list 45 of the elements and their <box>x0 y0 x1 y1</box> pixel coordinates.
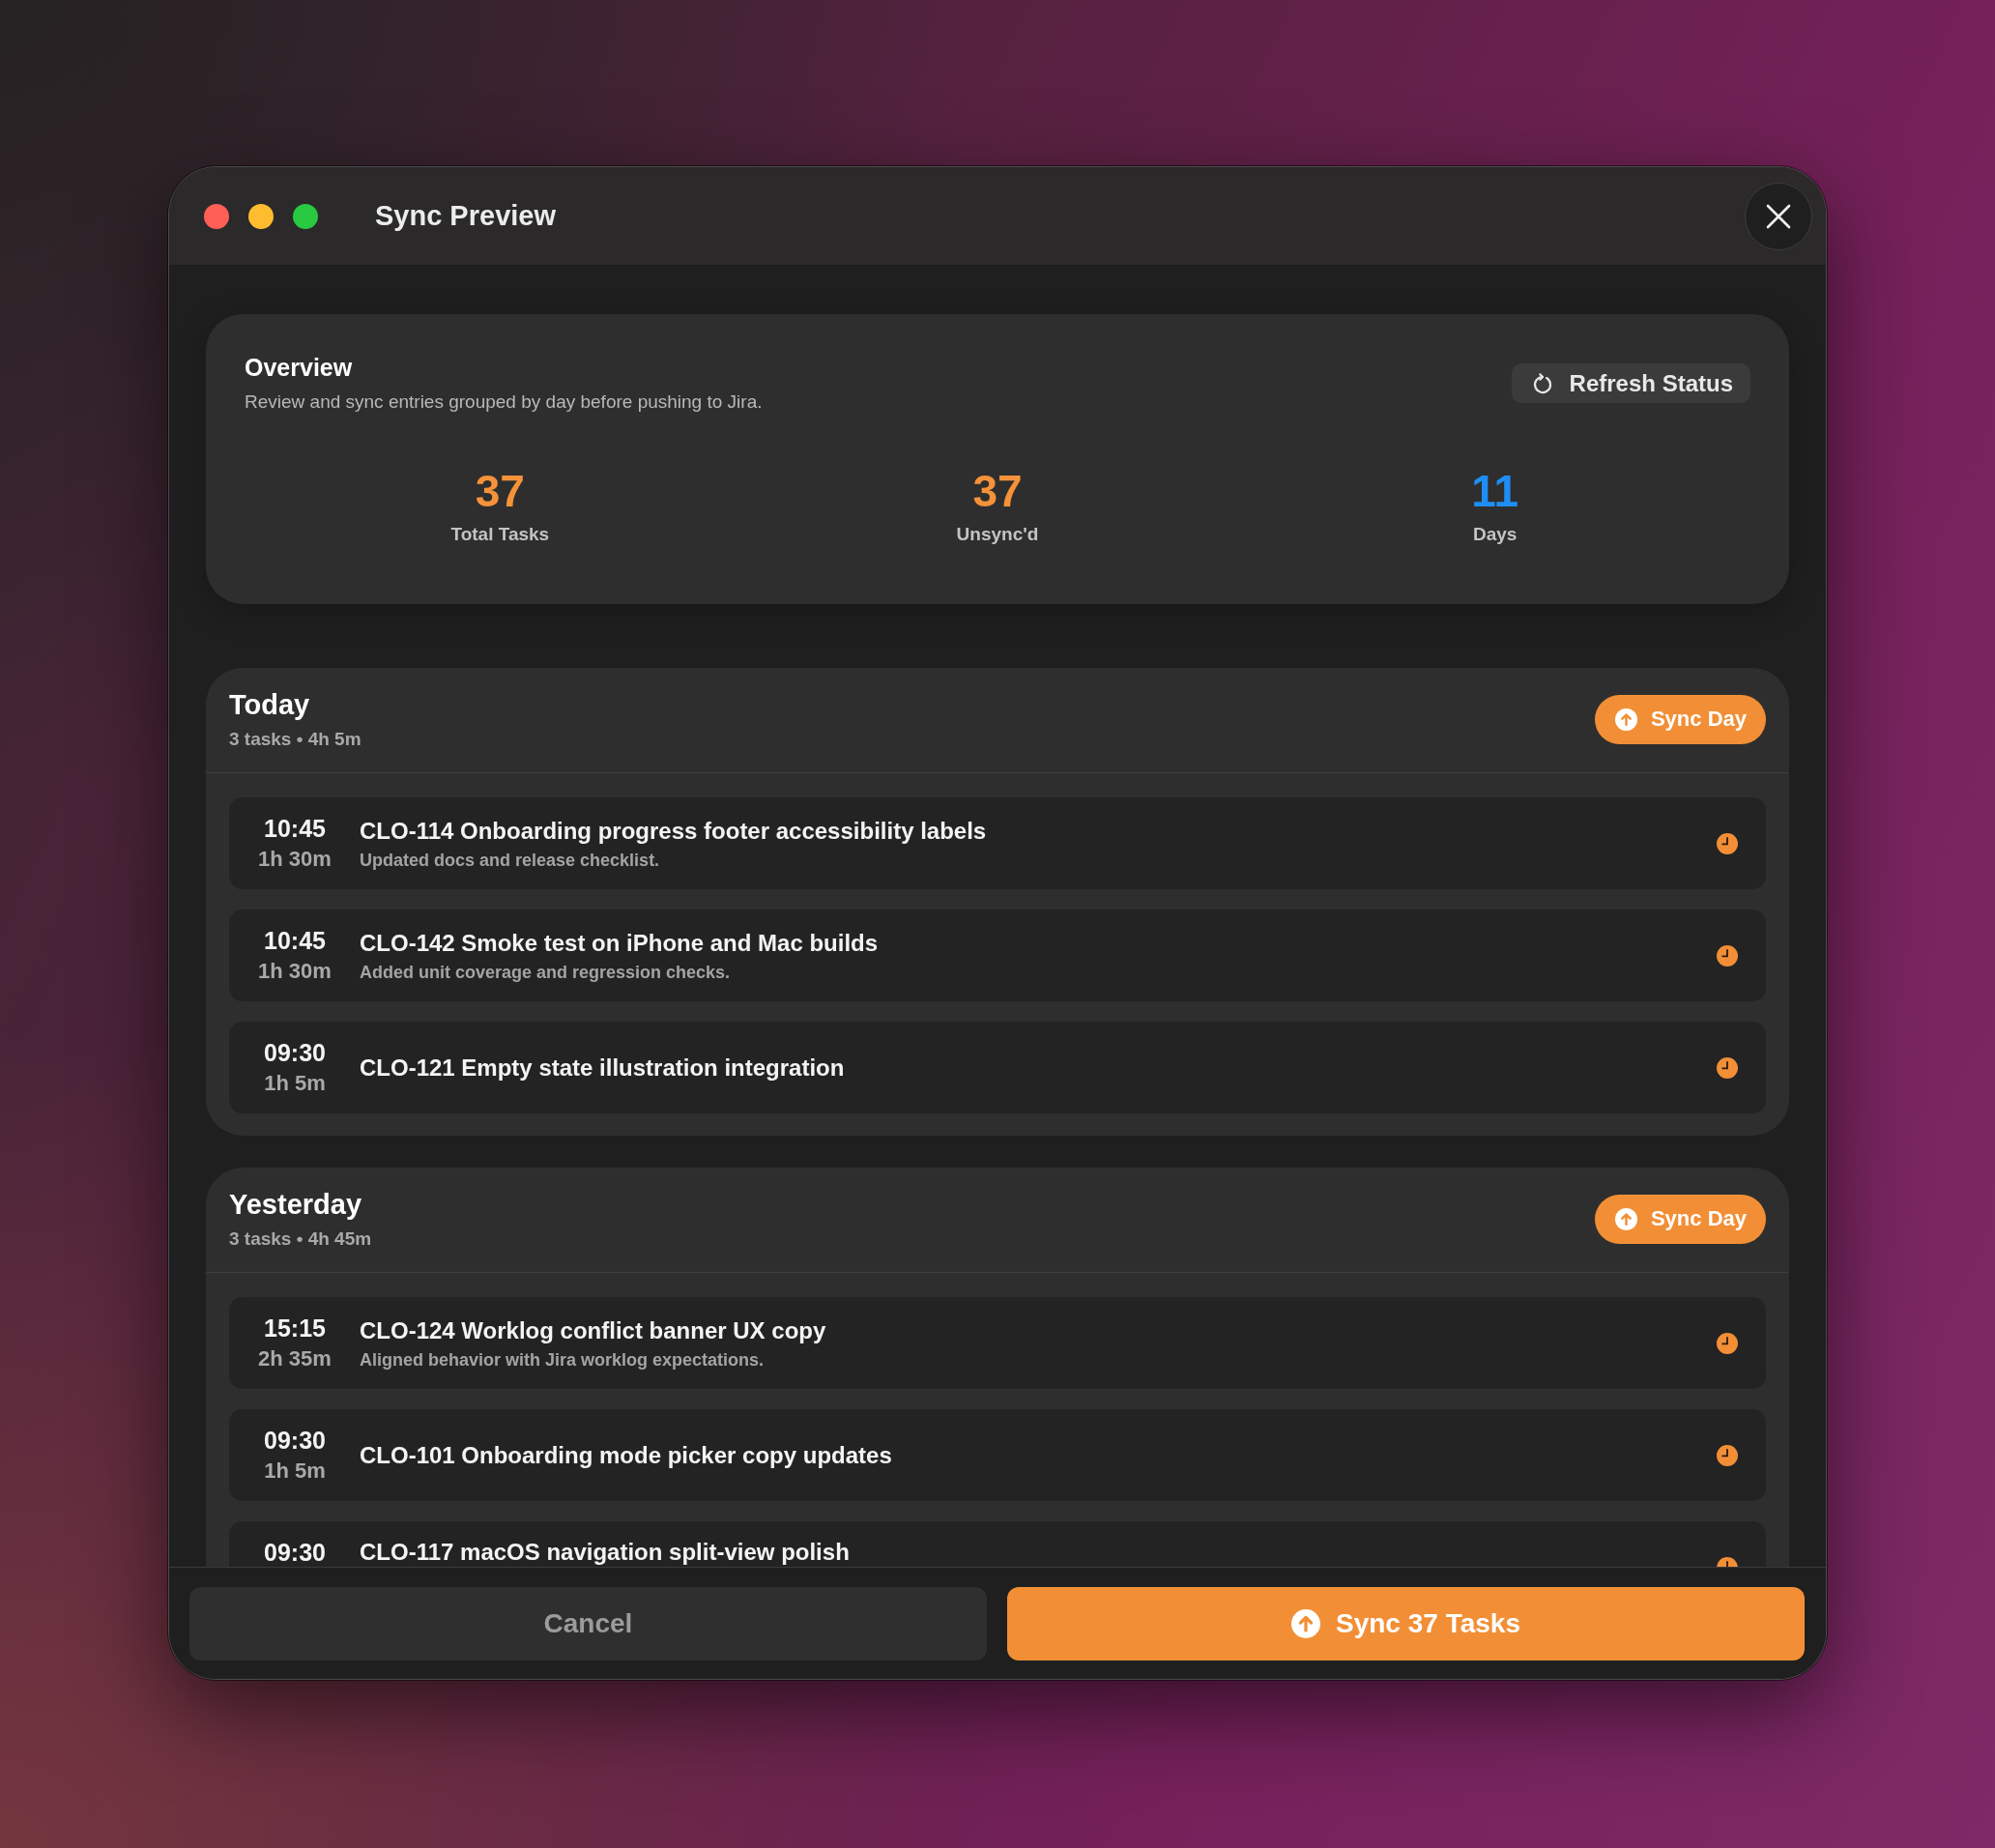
day-summary: 3 tasks • 4h 45m <box>229 1227 372 1251</box>
stat-label: Days <box>1472 523 1518 546</box>
overview-title: Overview <box>245 353 354 382</box>
overview-description: Review and sync entries grouped by day before pushing to Jira. <box>245 390 763 414</box>
entry-duration: 1h 5m <box>264 1458 326 1485</box>
entry-note: Aligned behavior with Jira worklog expectations. <box>360 1348 766 1372</box>
stat-value: 37 <box>475 466 525 516</box>
stat-value: 11 <box>1471 466 1518 516</box>
upload-icon <box>1614 1207 1637 1230</box>
window-zoom-button[interactable] <box>293 203 318 229</box>
sync-day-button[interactable]: Sync Day <box>1594 694 1766 744</box>
entry-duration: 2h 35m <box>258 1345 332 1372</box>
entry-title: CLO-124 Worklog conflict banner UX copy <box>360 1315 827 1345</box>
window-title: Sync Preview <box>375 200 556 232</box>
refresh-status-button[interactable]: Refresh Status <box>1511 363 1750 403</box>
entry-title: CLO-142 Smoke test on iPhone and Mac builds <box>360 928 880 958</box>
entry-title: CLO-117 macOS navigation split-view polish <box>360 1538 851 1567</box>
entry-duration: 1h 30m <box>258 958 332 985</box>
cancel-button[interactable]: Cancel <box>189 1587 987 1660</box>
sync-day-button[interactable]: Sync Day <box>1594 1194 1766 1244</box>
entry-time: 09:30 <box>264 1038 326 1068</box>
stat-label: Unsync'd <box>956 523 1039 546</box>
window-minimize-button[interactable] <box>248 203 274 229</box>
entry-note: Updated docs and release checklist. <box>360 849 661 872</box>
upload-icon <box>1614 707 1637 731</box>
entry-title: CLO-121 Empty state illustration integration <box>360 1053 846 1083</box>
sync-tasks-button[interactable]: Sync 37 Tasks <box>1007 1587 1805 1660</box>
entry-time: 15:15 <box>264 1314 326 1343</box>
day-title: Yesterday <box>229 1188 363 1222</box>
entry-time: 09:30 <box>264 1426 326 1456</box>
close-icon <box>1766 203 1791 229</box>
entry-time: 10:45 <box>264 926 326 956</box>
entry-note: Added unit coverage and regression checks. <box>360 961 732 984</box>
stat-value: 37 <box>972 466 1023 516</box>
stat-label: Total Tasks <box>450 523 550 546</box>
entry-time: 09:30 <box>264 1538 326 1567</box>
entry-duration: 1h 5m <box>264 1070 326 1097</box>
day-title: Today <box>229 688 311 722</box>
window-close-button[interactable] <box>204 203 229 229</box>
entry-time: 10:45 <box>264 814 326 844</box>
upload-icon <box>1291 1609 1320 1638</box>
day-summary: 3 tasks • 4h 5m <box>229 728 361 751</box>
entry-duration: 1h 30m <box>258 846 332 873</box>
entry-title: CLO-101 Onboarding mode picker copy updates <box>360 1440 893 1470</box>
entry-title: CLO-114 Onboarding progress footer accessibility labels <box>360 816 988 846</box>
